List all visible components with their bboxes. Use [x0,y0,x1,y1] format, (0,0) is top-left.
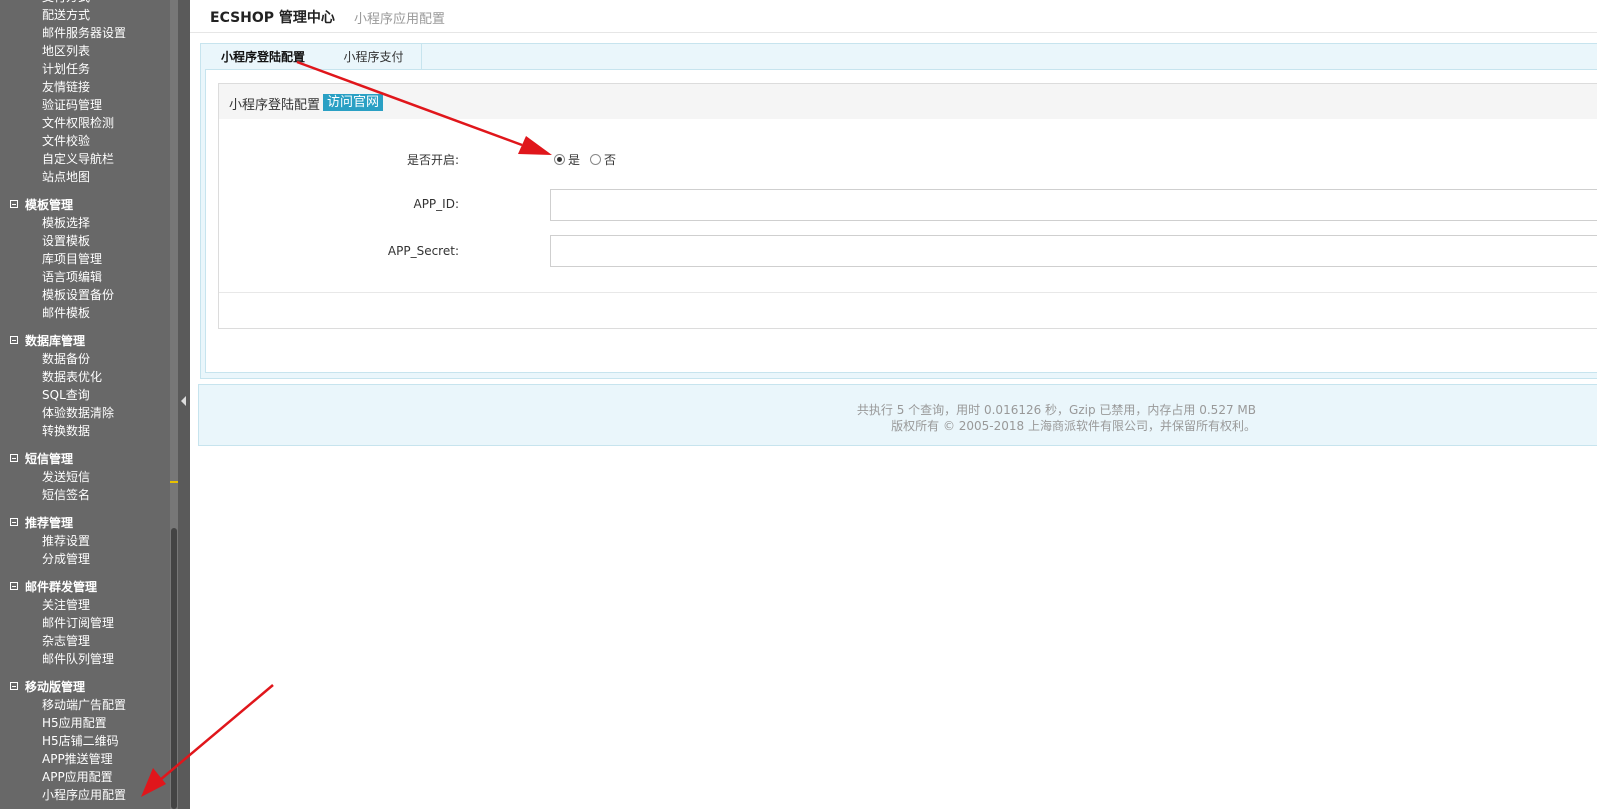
menu-group: 移动版管理 移动端广告配置 H5应用配置 H5店铺二维码 APP推送管理 APP应用配置小… [0,678,170,804]
menu-group: 推荐管理 推荐设置 分成管理 [0,514,170,568]
sidebar-menu-item[interactable]: APP推送管理 [0,750,170,768]
app-id-input[interactable] [550,189,1597,221]
sidebar-menu-list: 支付方式配送方式邮件服务器设置地区列表计划任务友情链接验证码管理文件权限检测文件… [0,0,170,809]
sidebar-scrollbar[interactable] [170,0,178,809]
form-divider [219,292,1597,293]
login-config-form: 小程序登陆配置 访问官网 是否开启: 是 否 APP_ID: APP_Secre… [218,83,1597,329]
sidebar-menu-item[interactable]: 文件权限检测 [0,114,170,132]
menu-group-title[interactable]: 移动版管理 [25,678,85,696]
sidebar-menu-item[interactable]: 移动端广告配置 [0,696,170,714]
menu-group: 短信管理 发送短信 短信签名 [0,450,170,504]
sidebar-menu-item[interactable]: 文件校验 [0,132,170,150]
sidebar-menu-item[interactable]: 推荐设置 [0,532,170,550]
collapse-toggle-icon[interactable] [10,336,18,344]
collapse-toggle-icon[interactable] [10,682,18,690]
menu-group-header[interactable]: 邮件群发管理 [0,578,170,596]
radio-enable-yes[interactable]: 是 [554,151,580,167]
footer-stats: 共执行 5 个查询，用时 0.016126 秒，Gzip 已禁用，内存占用 0.… [856,403,1256,417]
sidebar-menu-item[interactable]: H5应用配置 [0,714,170,732]
sidebar-menu-item[interactable]: 模板选择 [0,214,170,232]
tab-content: 小程序登陆配置 访问官网 是否开启: 是 否 APP_ID: APP_Secre… [205,69,1597,373]
sidebar-menu-item[interactable]: 计划任务 [0,60,170,78]
menu-group: 数据库管理 数据备份 数据表优化 SQL查询 体验数据清除 转换数据 [0,332,170,440]
sidebar-menu-item[interactable]: SQL查询 [0,386,170,404]
collapse-toggle-icon[interactable] [10,454,18,462]
scroll-marker [170,481,178,483]
menu-group-title[interactable]: 模板管理 [25,196,73,214]
main-content: ECSHOP 管理中心 小程序应用配置 小程序登陆配置 小程序支付 小程序登陆配… [190,0,1597,809]
collapse-toggle-icon[interactable] [10,518,18,526]
sidebar-collapse-bar[interactable] [178,0,190,809]
sidebar-menu-item[interactable]: 邮件队列管理 [0,650,170,668]
collapse-toggle-icon[interactable] [10,200,18,208]
sidebar-menu-item[interactable]: 邮件模板 [0,304,170,322]
menu-group-title[interactable]: 邮件群发管理 [25,578,97,596]
sidebar-menu-item[interactable]: 发送短信 [0,468,170,486]
sidebar-menu-item[interactable]: APP应用配置 [0,768,170,786]
tab-login-config[interactable]: 小程序登陆配置 [213,44,313,70]
header-title[interactable]: ECSHOP 管理中心 [210,7,335,27]
tab-pay-config[interactable]: 小程序支付 [326,44,422,70]
menu-group-header[interactable]: 推荐管理 [0,514,170,532]
sidebar-scroll-thumb[interactable] [171,528,177,809]
sidebar-menu-item[interactable]: 数据备份 [0,350,170,368]
sidebar-menu-item[interactable]: 体验数据清除 [0,404,170,422]
collapse-arrow-icon[interactable] [181,396,186,406]
sidebar-menu-item[interactable]: 配送方式 [0,6,170,24]
sidebar-menu-item[interactable]: 地区列表 [0,42,170,60]
sidebar-menu-item[interactable]: 关注管理 [0,596,170,614]
menu-group-header[interactable]: 模板管理 [0,196,170,214]
sidebar-menu-item[interactable]: 杂志管理 [0,632,170,650]
enable-label: 是否开启: [406,153,459,167]
sidebar-menu-item[interactable]: 邮件订阅管理 [0,614,170,632]
sidebar-menu-item[interactable]: 设置模板 [0,232,170,250]
app-secret-input[interactable] [550,235,1597,267]
sidebar-menu-item[interactable]: 邮件服务器设置 [0,24,170,42]
sidebar-menu: 支付方式配送方式邮件服务器设置地区列表计划任务友情链接验证码管理文件权限检测文件… [0,0,170,809]
radio-no-label: 否 [604,152,617,167]
header-subtitle: 小程序应用配置 [354,12,446,27]
sidebar-menu-item[interactable]: 友情链接 [0,78,170,96]
sidebar-menu-item[interactable]: 语言项编辑 [0,268,170,286]
sidebar-menu-item[interactable]: 分成管理 [0,550,170,568]
app-secret-label: APP_Secret: [387,244,459,258]
radio-no-icon[interactable] [590,154,601,165]
menu-group-title[interactable]: 数据库管理 [25,332,85,350]
sidebar-menu-item[interactable]: 自定义导航栏 [0,150,170,168]
footer-copyright: 版权所有 © 2005-2018 上海商派软件有限公司，并保留所有权利。 [891,419,1256,433]
radio-yes-icon[interactable] [554,154,565,165]
sidebar-menu-item[interactable]: 转换数据 [0,422,170,440]
menu-group: 邮件群发管理 关注管理 邮件订阅管理 杂志管理 邮件队列管理 [0,578,170,668]
sidebar-menu-item[interactable]: H5店铺二维码 [0,732,170,750]
menu-group: 支付方式配送方式邮件服务器设置地区列表计划任务友情链接验证码管理文件权限检测文件… [0,0,170,186]
radio-enable-no[interactable]: 否 [590,151,616,167]
sidebar-menu-item[interactable]: 小程序应用配置 [0,786,170,804]
menu-group-header[interactable]: 数据库管理 [0,332,170,350]
page-footer: 共执行 5 个查询，用时 0.016126 秒，Gzip 已禁用，内存占用 0.… [198,384,1597,446]
app-id-label: APP_ID: [413,197,459,211]
menu-group-title[interactable]: 推荐管理 [25,514,73,532]
collapse-toggle-icon[interactable] [10,582,18,590]
visit-official-site-button[interactable]: 访问官网 [323,94,384,111]
sidebar-menu-item[interactable]: 库项目管理 [0,250,170,268]
menu-group-header[interactable]: 短信管理 [0,450,170,468]
top-header: ECSHOP 管理中心 小程序应用配置 [190,0,1597,33]
menu-group-title[interactable]: 短信管理 [25,450,73,468]
sidebar-menu-item[interactable]: 站点地图 [0,168,170,186]
menu-group-header[interactable]: 移动版管理 [0,678,170,696]
form-header: 小程序登陆配置 访问官网 [219,84,1597,119]
sidebar-menu-item[interactable]: 验证码管理 [0,96,170,114]
sidebar-menu-item[interactable]: 模板设置备份 [0,286,170,304]
sidebar-menu-item[interactable]: 数据表优化 [0,368,170,386]
form-title: 小程序登陆配置 [229,98,321,113]
radio-yes-label: 是 [568,152,581,167]
tab-panel: 小程序登陆配置 小程序支付 小程序登陆配置 访问官网 是否开启: 是 否 APP… [200,43,1597,379]
menu-group: 模板管理 模板选择 设置模板 库项目管理 语言项编辑 模板设置备份 邮件模板 [0,196,170,322]
sidebar-menu-item[interactable]: 短信签名 [0,486,170,504]
